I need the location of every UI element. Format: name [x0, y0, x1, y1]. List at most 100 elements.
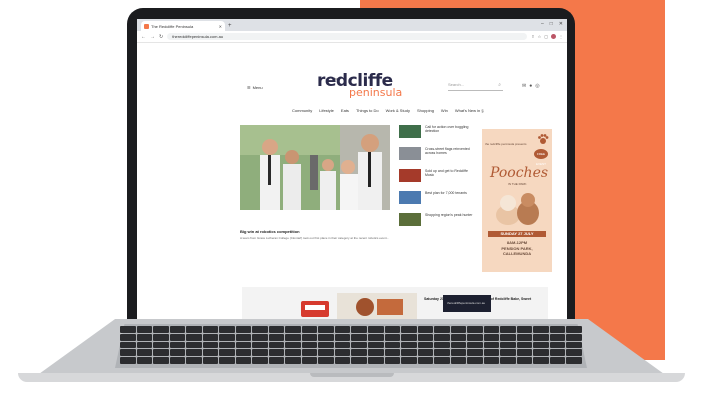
nav-work-study[interactable]: Work & Study [386, 108, 410, 113]
star-icon[interactable]: ☆ [538, 34, 542, 39]
profile-avatar[interactable] [551, 34, 556, 39]
keyboard-key [500, 333, 516, 341]
address-bar[interactable]: theredcliffepeninsula.com.au [167, 33, 528, 40]
search-input[interactable]: Search... ⌕ [448, 82, 503, 91]
keyboard-key [169, 326, 186, 333]
extensions: ⇪ ☆ ▢ ⋮ [531, 34, 563, 39]
ad-date: SUNDAY 27 JULY [488, 231, 546, 237]
list-item[interactable]: Call for action over boggling detection [399, 125, 474, 142]
reload-icon[interactable]: ↻ [159, 34, 163, 40]
keyboard-key [516, 357, 533, 364]
keyboard-key [153, 341, 169, 349]
keyboard-key [351, 349, 368, 357]
browser-tab[interactable]: The Redcliffe Peninsula ✕ [141, 21, 225, 31]
keyboard-key [268, 333, 285, 341]
keyboard-key [268, 341, 285, 349]
nav-shopping[interactable]: Shopping [417, 108, 434, 113]
banner-dark-box: theredcliffepeninsula.com.au [443, 295, 491, 312]
nav-lifestyle[interactable]: Lifestyle [319, 108, 334, 113]
keyboard-key [268, 326, 285, 333]
list-item[interactable]: Shopping region's peak hunter [399, 213, 474, 230]
logo-peninsula[interactable]: peninsula [349, 86, 402, 99]
ad-location: PENSION PARK, CALLEMUNDA [501, 246, 533, 256]
menu-button[interactable]: ☰ Menu [247, 85, 263, 90]
email-icon[interactable]: ✉ [522, 83, 526, 89]
nav-community[interactable]: Community [292, 108, 312, 113]
keyboard-key [318, 349, 334, 357]
keyboard-key [186, 341, 202, 349]
list-item[interactable]: Best plan for 7,000 tenants [399, 191, 474, 208]
keyboard-key [334, 326, 351, 333]
keyboard-key [252, 349, 268, 357]
instagram-icon[interactable]: ◎ [535, 83, 539, 89]
more-icon[interactable]: ⋮ [559, 34, 563, 39]
keyboard-key [136, 341, 153, 349]
keyboard-key [384, 349, 401, 357]
banner-graphic [301, 301, 329, 317]
share-icon[interactable]: ⇪ [531, 34, 534, 39]
keyboard-key [368, 357, 384, 364]
keyboard-key [401, 333, 417, 341]
keyboard-key [549, 341, 566, 349]
keyboard-key [533, 341, 549, 349]
menu-label: Menu [252, 85, 263, 90]
hero-image[interactable] [240, 125, 390, 210]
ad-time: 8AM-12PM [506, 240, 528, 245]
extension-icon[interactable]: ▢ [544, 34, 548, 39]
keyboard-key [351, 326, 368, 333]
keyboard-key [434, 349, 450, 357]
maximize-icon[interactable]: □ [550, 21, 553, 27]
hero-headline[interactable]: Big win at robotics competition [240, 229, 300, 234]
keyboard-key [566, 349, 582, 357]
ad-presenter: the redcliffe peninsula presents [485, 142, 527, 146]
keyboard-key [136, 357, 153, 364]
keyboard-key [516, 333, 533, 341]
list-item[interactable]: Cross-street flags reinvented across hom… [399, 147, 474, 164]
keyboard [120, 326, 582, 364]
keyboard-key [566, 333, 582, 341]
nav-win[interactable]: Win [441, 108, 448, 113]
keyboard-key [235, 326, 252, 333]
keyboard-key [368, 333, 384, 341]
keyboard-key [285, 326, 301, 333]
keyboard-key [219, 341, 235, 349]
tab-close-icon[interactable]: ✕ [219, 24, 222, 29]
keyboard-key [500, 341, 516, 349]
keyboard-key [483, 349, 500, 357]
forward-icon[interactable]: → [150, 34, 155, 40]
keyboard-key [450, 333, 467, 341]
facebook-icon[interactable]: ● [529, 83, 532, 89]
keyboard-key [401, 357, 417, 364]
back-icon[interactable]: ← [141, 34, 146, 40]
address-bar-row: ← → ↻ theredcliffepeninsula.com.au ⇪ ☆ ▢… [137, 31, 567, 43]
search-icon[interactable]: ⌕ [498, 82, 501, 88]
keyboard-key [219, 349, 235, 357]
dogs-illustration [496, 193, 539, 225]
nav-whats-new[interactable]: What's New in § [455, 108, 484, 113]
keyboard-key [186, 333, 202, 341]
minimize-icon[interactable]: – [541, 21, 544, 27]
bottom-banner-advert[interactable]: Saturday 23rd July 5-8pm 7:30pm Taste of… [242, 287, 548, 319]
keyboard-key [434, 333, 450, 341]
keyboard-key [252, 326, 268, 333]
story-list: Call for action over boggling detection … [399, 125, 474, 235]
side-advert[interactable]: the redcliffe peninsula presents FREE EV… [482, 129, 552, 272]
nav-eats[interactable]: Eats [341, 108, 349, 113]
keyboard-key [467, 349, 483, 357]
close-window-icon[interactable]: ✕ [559, 21, 563, 27]
keyboard-key [368, 341, 384, 349]
keyboard-key [417, 326, 434, 333]
ad-title: Pooches [490, 165, 549, 181]
story-thumbnail [399, 147, 421, 160]
keyboard-key [318, 341, 334, 349]
keyboard-key [301, 357, 318, 364]
ad-subtitle: IN THE PARK [508, 182, 527, 186]
keyboard-key [351, 341, 368, 349]
keyboard-key [235, 333, 252, 341]
new-tab-button[interactable]: + [228, 21, 232, 31]
list-item[interactable]: Sold up and get to Redcliffe Music [399, 169, 474, 186]
keyboard-key [483, 357, 500, 364]
keyboard-key [252, 341, 268, 349]
keyboard-key [136, 333, 153, 341]
nav-things-to-do[interactable]: Things to Do [356, 108, 379, 113]
